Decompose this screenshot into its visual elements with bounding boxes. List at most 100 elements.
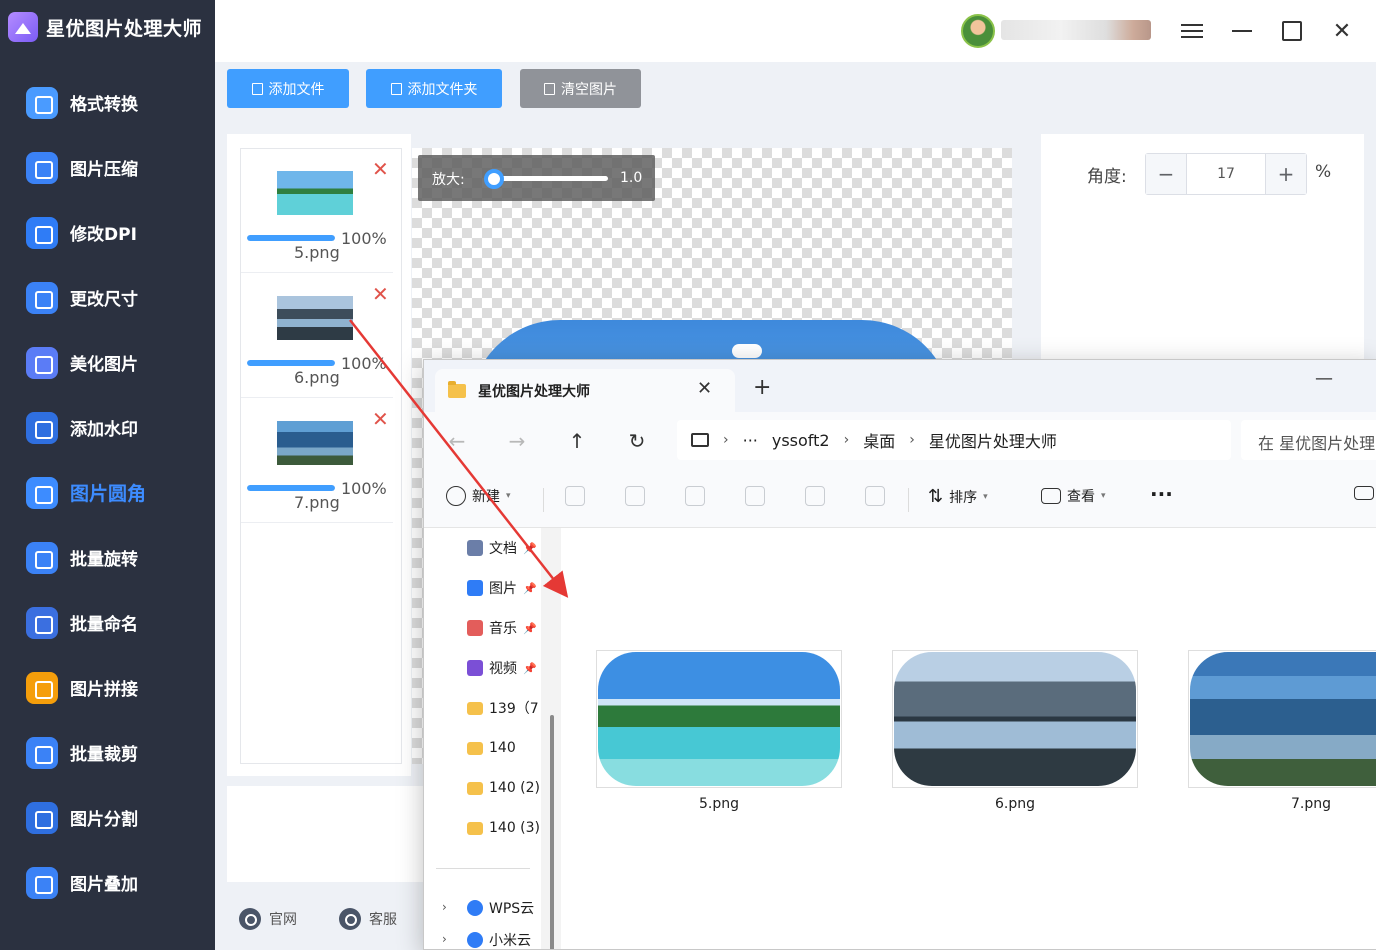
zoom-slider-handle[interactable]: [484, 169, 504, 189]
rename-icon: [26, 606, 58, 639]
new-item-button[interactable]: 新建 ▾: [446, 486, 511, 506]
nav-pane-item[interactable]: 视频 📌: [467, 656, 537, 680]
details-pane-button[interactable]: [1354, 486, 1374, 500]
navigation-pane: 文档 📌 图片 📌 音乐 📌 视频 📌 139（7 140 140 (2) 140 (3) › WPS云 ›…: [424, 528, 550, 949]
explorer-tab[interactable]: 星优图片处理大师 ✕: [435, 369, 735, 412]
zoom-slider-track[interactable]: [490, 176, 608, 181]
add-file-label: 添加文件: [268, 81, 325, 98]
nav-scrollbar-thumb[interactable]: [550, 715, 554, 949]
back-arrow-icon[interactable]: ←: [442, 426, 472, 456]
breadcrumb-item[interactable]: yssoft2: [772, 431, 830, 450]
delete-button[interactable]: [865, 486, 885, 506]
sidebar-item[interactable]: 图片圆角: [0, 460, 215, 525]
minimize-icon[interactable]: [1227, 16, 1257, 46]
sidebar-item[interactable]: 格式转换: [0, 70, 215, 135]
sidebar-item[interactable]: 美化图片: [0, 330, 215, 395]
file-tile-thumbnail: [1188, 650, 1376, 788]
sidebar-item[interactable]: 更改尺寸: [0, 265, 215, 330]
file-tile-name: 5.png: [698, 796, 739, 812]
angle-input[interactable]: [1187, 154, 1265, 194]
breadcrumb-overflow[interactable]: ···: [743, 431, 758, 450]
view-button[interactable]: 查看 ▾: [1041, 486, 1106, 506]
user-avatar[interactable]: [961, 14, 995, 48]
explorer-search-input[interactable]: 在 星优图片处理: [1241, 420, 1376, 460]
new-item-label: 新建: [472, 489, 500, 505]
angle-increment-button[interactable]: +: [1265, 154, 1306, 194]
chevron-right-icon: ›: [909, 432, 915, 448]
nav-pane-item[interactable]: 小米云: [467, 928, 531, 949]
website-link[interactable]: 官网: [239, 908, 297, 930]
close-icon[interactable]: ✕: [1327, 16, 1357, 46]
trash-icon: [544, 82, 555, 95]
settings-icon[interactable]: [1177, 16, 1207, 46]
remove-file-icon[interactable]: ✕: [372, 159, 389, 179]
remove-file-icon[interactable]: ✕: [372, 409, 389, 429]
sidebar-item[interactable]: 批量旋转: [0, 525, 215, 590]
address-bar[interactable]: › ··· yssoft2 › 桌面 › 星优图片处理大师: [677, 420, 1231, 460]
nav-pane-item[interactable]: 140 (3): [467, 816, 540, 840]
sidebar-item[interactable]: 图片拼接: [0, 655, 215, 720]
remove-file-icon[interactable]: ✕: [372, 284, 389, 304]
sidebar-item[interactable]: 图片压缩: [0, 135, 215, 200]
progress-bar: [247, 235, 335, 241]
paste-button[interactable]: [685, 486, 705, 506]
file-tile[interactable]: 5.png: [596, 650, 842, 820]
expand-chevron-icon[interactable]: ›: [442, 932, 447, 946]
refresh-icon[interactable]: ↻: [622, 426, 652, 456]
clear-images-button[interactable]: 清空图片: [520, 69, 641, 108]
explorer-minimize-icon[interactable]: —: [1315, 368, 1333, 389]
sidebar-item[interactable]: 批量命名: [0, 590, 215, 655]
clipboard-icon: [685, 486, 705, 506]
file-card[interactable]: ✕ 100% 6.png: [241, 274, 393, 398]
nav-pane-item[interactable]: 文档 📌: [467, 536, 537, 560]
breadcrumb-item[interactable]: 桌面: [863, 428, 895, 452]
pin-icon: 📌: [523, 581, 537, 595]
nav-divider: [436, 868, 530, 869]
layers-icon: [26, 866, 58, 899]
sidebar-item[interactable]: 修改DPI: [0, 200, 215, 265]
sidebar-item[interactable]: 图片分割: [0, 785, 215, 850]
file-tile[interactable]: 7.png: [1188, 650, 1376, 820]
nav-pane-label: 音乐: [489, 621, 517, 637]
support-icon: [339, 908, 361, 930]
file-tile[interactable]: 6.png: [892, 650, 1138, 820]
angle-decrement-button[interactable]: −: [1146, 154, 1187, 194]
breadcrumb-item[interactable]: 星优图片处理大师: [929, 428, 1057, 452]
cloud-icon: [467, 900, 483, 916]
forward-arrow-icon[interactable]: →: [502, 426, 532, 456]
command-divider: [908, 488, 909, 512]
nav-pane-item[interactable]: 139（7: [467, 696, 539, 720]
file-card[interactable]: ✕ 100% 7.png: [241, 399, 393, 523]
sidebar-item[interactable]: 添加水印: [0, 395, 215, 460]
library-icon: [467, 620, 483, 636]
share-button[interactable]: [805, 486, 825, 506]
copy-icon: [625, 486, 645, 506]
add-file-button[interactable]: 添加文件: [227, 69, 349, 108]
zoom-control: 放大: 1.0: [418, 155, 655, 201]
new-tab-button[interactable]: +: [753, 377, 771, 399]
nav-pane-item[interactable]: 音乐 📌: [467, 616, 537, 640]
sidebar-item-label: 修改DPI: [70, 225, 137, 245]
add-folder-button[interactable]: 添加文件夹: [366, 69, 502, 108]
sort-button[interactable]: ⇅ 排序 ▾: [928, 486, 988, 507]
more-options-button[interactable]: ···: [1150, 482, 1173, 506]
sidebar-item-label: 图片叠加: [70, 875, 138, 895]
trash-icon: [865, 486, 885, 506]
expand-chevron-icon[interactable]: ›: [442, 900, 447, 914]
tab-close-icon[interactable]: ✕: [697, 378, 712, 399]
nav-pane-item[interactable]: 140 (2): [467, 776, 540, 800]
up-arrow-icon[interactable]: ↑: [562, 426, 592, 456]
cut-button[interactable]: [565, 486, 585, 506]
nav-pane-item[interactable]: 图片 📌: [467, 576, 537, 600]
resize-icon: [26, 281, 58, 314]
sidebar-item[interactable]: 图片叠加: [0, 850, 215, 915]
support-link[interactable]: 客服: [339, 908, 397, 930]
file-card[interactable]: ✕ 100% 5.png: [241, 149, 393, 273]
nav-pane-item[interactable]: 140: [467, 736, 516, 760]
copy-button[interactable]: [625, 486, 645, 506]
rename-button[interactable]: [745, 486, 765, 506]
file-icon: [251, 82, 263, 95]
sidebar-item[interactable]: 批量裁剪: [0, 720, 215, 785]
maximize-icon[interactable]: [1277, 16, 1307, 46]
nav-pane-item[interactable]: WPS云: [467, 896, 534, 920]
